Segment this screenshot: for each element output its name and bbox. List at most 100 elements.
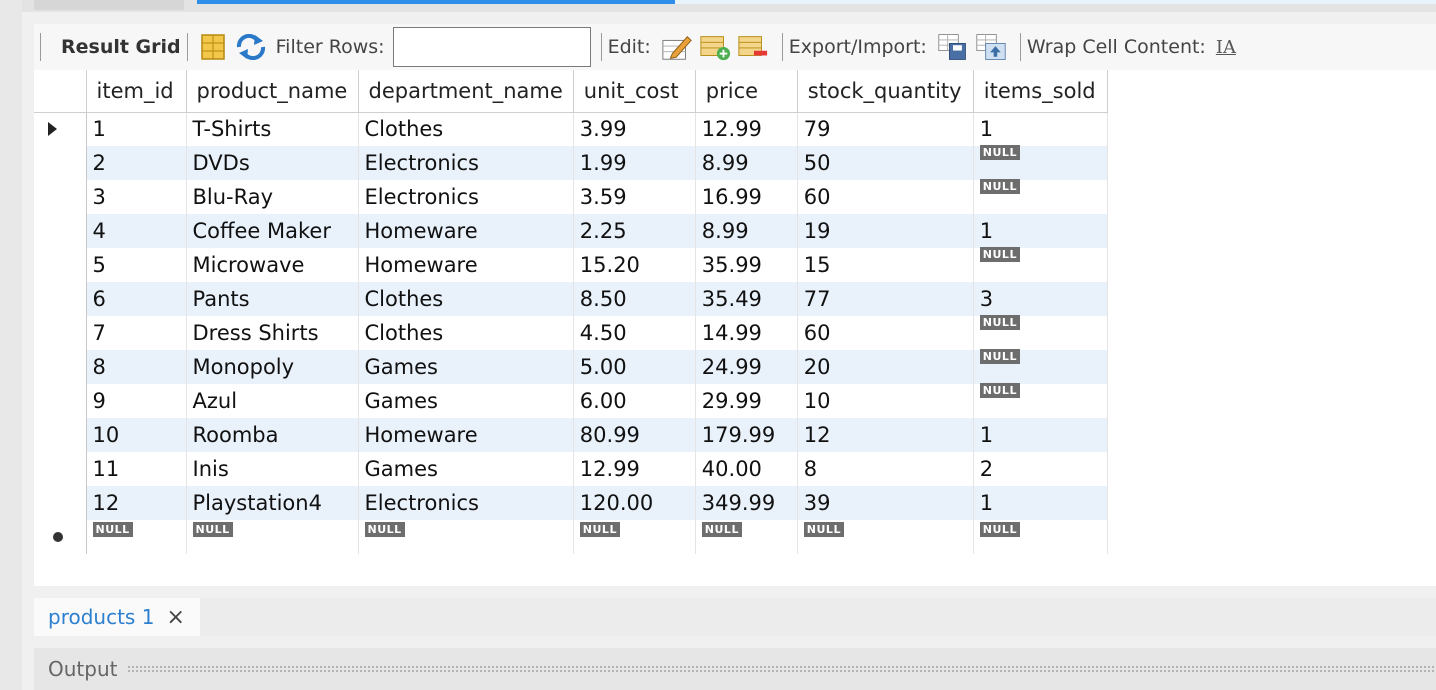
filter-rows-input[interactable] xyxy=(392,27,591,67)
table-row[interactable]: 7 Dress Shirts Clothes 4.50 14.99 60 NULL xyxy=(34,315,1108,350)
row-selector[interactable] xyxy=(34,486,87,520)
grid-cell[interactable]: 5.00 xyxy=(573,350,696,384)
grid-cell[interactable]: 120.00 xyxy=(573,486,696,520)
table-row[interactable]: 3 Blu-Ray Electronics 3.59 16.99 60 NULL xyxy=(34,179,1108,214)
grid-cell[interactable]: 2 xyxy=(86,146,187,180)
grid-cell[interactable]: 1 xyxy=(86,112,187,146)
grid-cell[interactable]: 15.20 xyxy=(573,248,696,282)
grid-cell[interactable]: Electronics xyxy=(358,146,574,180)
grid-cell[interactable]: 80.99 xyxy=(573,418,696,452)
grid-cell[interactable]: NULL xyxy=(358,520,574,554)
grid-cell[interactable]: 3 xyxy=(973,282,1108,316)
grid-cell[interactable]: 8 xyxy=(797,452,974,486)
row-selector[interactable] xyxy=(34,282,87,316)
grid-cell[interactable]: 3 xyxy=(86,180,187,214)
tab-products-1[interactable]: products 1 × xyxy=(34,598,200,636)
grid-cell[interactable]: 11 xyxy=(86,452,187,486)
grid-cell[interactable]: Azul xyxy=(186,384,359,418)
column-header[interactable]: department_name xyxy=(358,70,574,113)
import-icon[interactable] xyxy=(975,32,1007,62)
grid-cell[interactable]: 3.59 xyxy=(573,180,696,214)
grid-cell[interactable]: 3.99 xyxy=(573,112,696,146)
export-icon[interactable] xyxy=(937,32,969,62)
grid-cell[interactable]: NULL xyxy=(973,383,1108,418)
grid-cell[interactable]: 8.99 xyxy=(695,146,798,180)
grid-cell[interactable]: Clothes xyxy=(358,282,574,316)
grid-cell[interactable]: NULL xyxy=(573,520,696,554)
grid-cell[interactable]: Clothes xyxy=(358,316,574,350)
grid-cell[interactable]: 19 xyxy=(797,214,974,248)
grid-cell[interactable]: 50 xyxy=(797,146,974,180)
grid-cell[interactable]: 9 xyxy=(86,384,187,418)
table-row[interactable]: 6 Pants Clothes 8.50 35.49 77 3 xyxy=(34,282,1108,316)
grid-cell[interactable]: 8 xyxy=(86,350,187,384)
grid-cell[interactable]: 77 xyxy=(797,282,974,316)
grid-cell[interactable]: 29.99 xyxy=(695,384,798,418)
grid-cell[interactable]: Homeware xyxy=(358,214,574,248)
grid-cell[interactable]: NULL xyxy=(973,145,1108,180)
grid-cell[interactable]: Monopoly xyxy=(186,350,359,384)
grid-cell[interactable]: Homeware xyxy=(358,248,574,282)
grid-cell[interactable]: 1 xyxy=(973,486,1108,520)
column-header[interactable]: stock_quantity xyxy=(797,70,974,113)
grid-cell[interactable]: 60 xyxy=(797,316,974,350)
row-selector[interactable] xyxy=(34,112,87,146)
grid-cell[interactable]: 2.25 xyxy=(573,214,696,248)
grid-cell[interactable]: 60 xyxy=(797,180,974,214)
table-row[interactable]: 11 Inis Games 12.99 40.00 8 2 xyxy=(34,452,1108,486)
grid-cell[interactable]: NULL xyxy=(186,520,359,554)
grid-cell[interactable]: 8.99 xyxy=(695,214,798,248)
row-selector[interactable] xyxy=(34,146,87,180)
grid-cell[interactable]: 10 xyxy=(797,384,974,418)
row-selector[interactable] xyxy=(34,384,87,418)
grid-cell[interactable]: 2 xyxy=(973,452,1108,486)
grid-cell[interactable]: 12 xyxy=(86,486,187,520)
grid-cell[interactable]: NULL xyxy=(973,520,1108,554)
grid-cell[interactable]: Inis xyxy=(186,452,359,486)
grid-cell[interactable]: 14.99 xyxy=(695,316,798,350)
grid-cell[interactable]: 12 xyxy=(797,418,974,452)
grid-cell[interactable]: NULL xyxy=(973,315,1108,350)
grid-cell[interactable]: NULL xyxy=(695,520,798,554)
grid-cell[interactable]: 5 xyxy=(86,248,187,282)
table-row[interactable]: 8 Monopoly Games 5.00 24.99 20 NULL xyxy=(34,349,1108,384)
grid-layout-icon[interactable] xyxy=(197,32,229,62)
grid-cell[interactable]: 349.99 xyxy=(695,486,798,520)
grid-cell[interactable]: 6 xyxy=(86,282,187,316)
table-row[interactable]: 4 Coffee Maker Homeware 2.25 8.99 19 1 xyxy=(34,214,1108,248)
grid-cell[interactable]: Pants xyxy=(186,282,359,316)
table-row[interactable]: 5 Microwave Homeware 15.20 35.99 15 NULL xyxy=(34,247,1108,282)
table-row[interactable]: 12 Playstation4 Electronics 120.00 349.99 39 1 xyxy=(34,486,1108,520)
grid-cell[interactable]: 6.00 xyxy=(573,384,696,418)
panel-drag-handle[interactable] xyxy=(127,665,1436,673)
row-selector[interactable] xyxy=(34,350,87,384)
grid-cell[interactable]: Clothes xyxy=(358,112,574,146)
grid-cell[interactable]: 1.99 xyxy=(573,146,696,180)
grid-cell[interactable]: 1 xyxy=(973,214,1108,248)
grid-cell[interactable]: 12.99 xyxy=(573,452,696,486)
grid-cell[interactable]: Electronics xyxy=(358,180,574,214)
grid-cell[interactable]: Dress Shirts xyxy=(186,316,359,350)
result-grid-button[interactable]: Result Grid xyxy=(61,36,181,58)
grid-cell[interactable]: T-Shirts xyxy=(186,112,359,146)
grid-cell[interactable]: 179.99 xyxy=(695,418,798,452)
add-row-icon[interactable] xyxy=(699,32,731,62)
output-panel-header[interactable]: Output xyxy=(34,648,1436,690)
grid-cell[interactable]: Electronics xyxy=(358,486,574,520)
column-header[interactable]: product_name xyxy=(186,70,359,113)
grid-cell[interactable]: 15 xyxy=(797,248,974,282)
delete-row-icon[interactable] xyxy=(737,32,769,62)
table-row[interactable]: 10 Roomba Homeware 80.99 179.99 12 1 xyxy=(34,418,1108,452)
grid-cell[interactable]: Coffee Maker xyxy=(186,214,359,248)
column-header[interactable]: price xyxy=(695,70,798,113)
grid-cell[interactable]: NULL xyxy=(973,179,1108,214)
close-icon[interactable]: × xyxy=(166,605,184,630)
grid-cell[interactable]: 79 xyxy=(797,112,974,146)
grid-cell[interactable]: 1 xyxy=(973,112,1108,146)
grid-cell[interactable]: 35.99 xyxy=(695,248,798,282)
row-selector[interactable] xyxy=(34,418,87,452)
grid-cell[interactable]: Games xyxy=(358,384,574,418)
grid-cell[interactable]: Roomba xyxy=(186,418,359,452)
refresh-icon[interactable] xyxy=(235,32,267,62)
column-header[interactable]: items_sold xyxy=(973,70,1108,113)
